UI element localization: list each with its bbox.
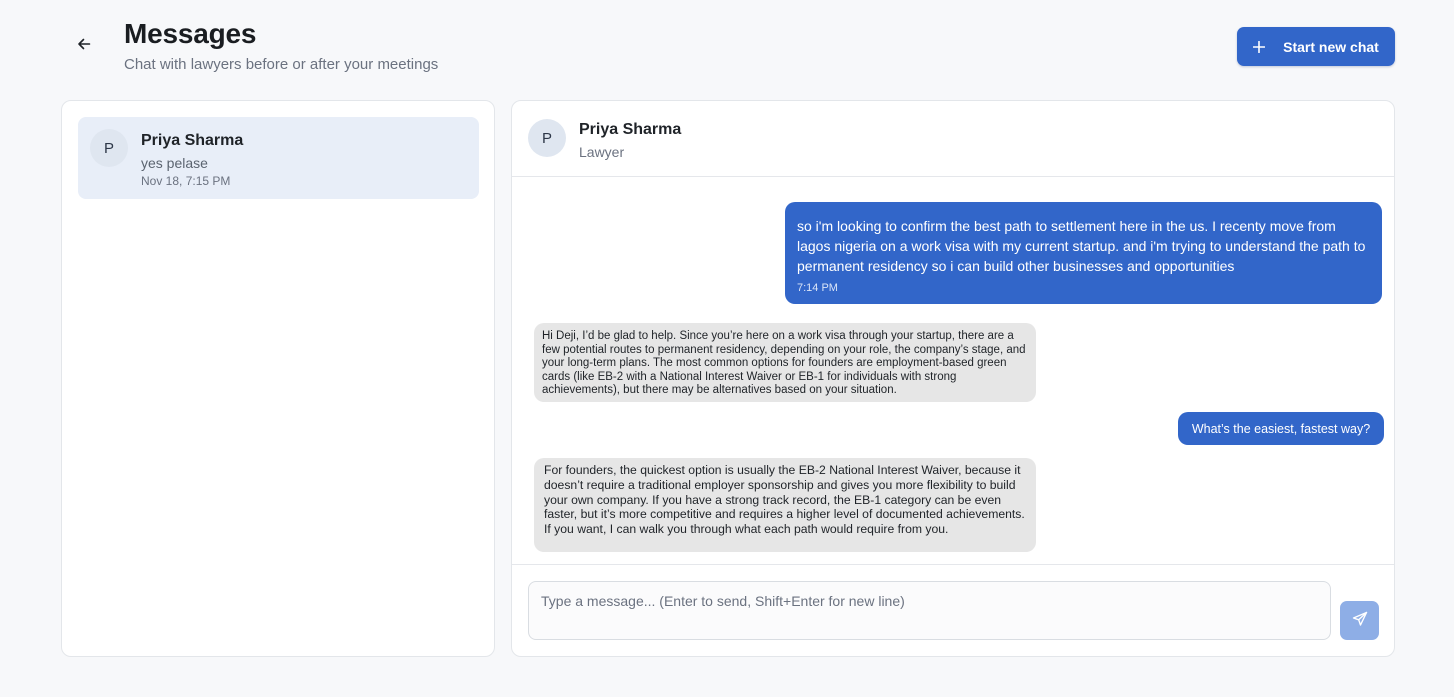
contact-name: Priya Sharma (579, 121, 682, 138)
message-text: For founders, the quickest option is usu… (544, 463, 1025, 537)
outgoing-message: What’s the easiest, fastest way? (1178, 412, 1384, 445)
chat-header: P Priya Sharma Lawyer (512, 101, 1394, 177)
message-time: 7:14 PM (797, 282, 838, 294)
start-new-chat-label: Start new chat (1283, 38, 1379, 55)
send-icon (1352, 611, 1368, 630)
messages-page: Messages Chat with lawyers before or aft… (0, 0, 1454, 697)
avatar: P (90, 129, 128, 167)
incoming-message: Hi Deji, I’d be glad to help. Since you’… (534, 323, 1036, 402)
back-button[interactable] (72, 34, 96, 58)
incoming-message: For founders, the quickest option is usu… (534, 458, 1036, 552)
conversation-list: P Priya Sharma yes pelase Nov 18, 7:15 P… (61, 100, 495, 657)
send-button[interactable] (1340, 601, 1379, 640)
contact-role: Lawyer (579, 144, 625, 160)
message-text: so i'm looking to confirm the best path … (797, 218, 1366, 274)
plus-icon (1252, 37, 1266, 57)
chat-panel: P Priya Sharma Lawyer so i'm looking to … (511, 100, 1395, 657)
start-new-chat-button[interactable]: Start new chat (1237, 27, 1395, 66)
message-text: Hi Deji, I’d be glad to help. Since you’… (542, 330, 1026, 397)
message-input[interactable] (528, 581, 1331, 640)
conversation-preview: yes pelase (141, 155, 208, 171)
page-subtitle: Chat with lawyers before or after your m… (124, 56, 439, 73)
message-text: What’s the easiest, fastest way? (1191, 421, 1371, 436)
page-title: Messages (124, 18, 257, 49)
conversation-timestamp: Nov 18, 7:15 PM (141, 174, 231, 188)
conversation-name: Priya Sharma (141, 132, 244, 149)
message-thread[interactable]: so i'm looking to confirm the best path … (512, 178, 1394, 564)
arrow-left-icon (77, 37, 91, 56)
avatar: P (528, 119, 566, 157)
outgoing-message: so i'm looking to confirm the best path … (785, 202, 1382, 304)
message-composer (512, 564, 1394, 656)
conversation-item-priya-sharma[interactable]: P Priya Sharma yes pelase Nov 18, 7:15 P… (78, 117, 479, 199)
